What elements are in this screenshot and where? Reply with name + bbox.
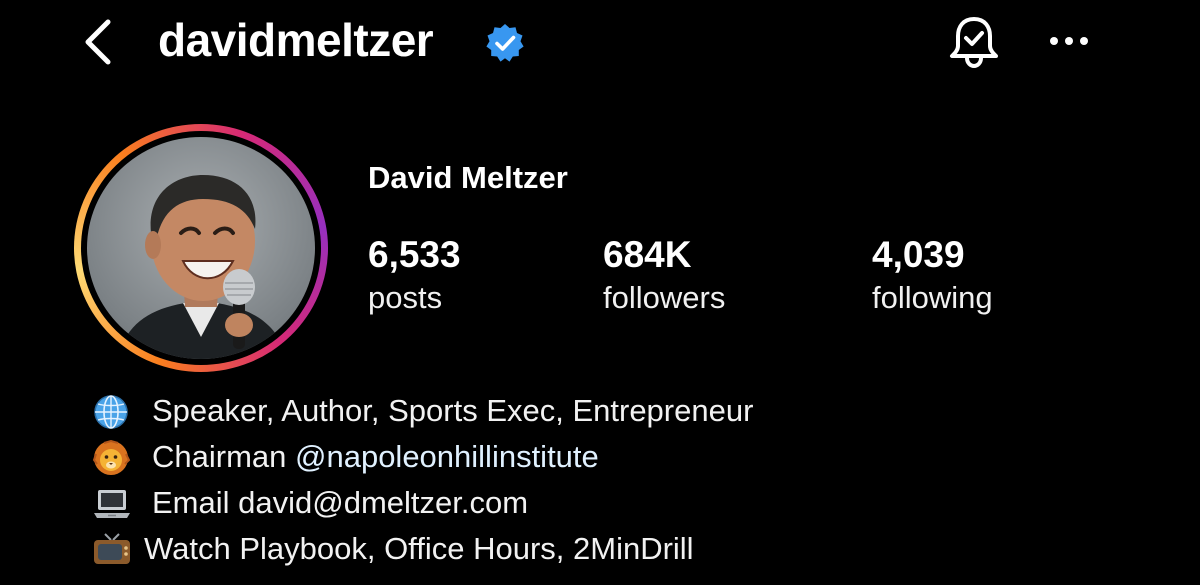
verified-badge-icon (486, 24, 524, 62)
followers-count[interactable]: 684K followers (603, 232, 725, 318)
profile-photo (117, 175, 287, 359)
stat-value: 4,039 (872, 234, 965, 275)
stat-label: followers (603, 280, 726, 315)
following-count[interactable]: 4,039 following (872, 232, 993, 318)
bio-line: Chairman @napoleonhillinstitute (92, 434, 1092, 480)
stat-value: 684K (603, 234, 692, 275)
bio-line: Watch Playbook, Office Hours, 2MinDrill (92, 526, 1092, 572)
bio-line: Email david@dmeltzer.com (92, 480, 1092, 526)
profile-bio: Speaker, Author, Sports Exec, Entreprene… (92, 388, 1092, 572)
bio-line: Speaker, Author, Sports Exec, Entreprene… (92, 388, 1092, 434)
notifications-button[interactable] (944, 14, 1004, 72)
posts-count[interactable]: 6,533 posts (368, 232, 461, 318)
globe-emoji (94, 395, 128, 429)
avatar (87, 137, 315, 359)
bio-text: Watch Playbook, Office Hours, 2MinDrill (144, 531, 694, 566)
bio-text: Chairman (152, 439, 295, 474)
mention-link[interactable]: @napoleonhillinstitute (295, 439, 599, 474)
more-options-button[interactable] (1044, 24, 1094, 58)
profile-display-name: David Meltzer (368, 160, 568, 195)
profile-username: davidmeltzer (158, 14, 434, 66)
email-link[interactable]: david@dmeltzer.com (238, 485, 528, 520)
bio-text: Email (152, 485, 239, 520)
back-button[interactable] (78, 14, 122, 70)
chevron-left-icon (85, 19, 111, 65)
story-ring[interactable] (74, 124, 328, 372)
bell-check-icon (950, 17, 998, 69)
profile-header: davidmeltzer (0, 0, 1200, 84)
bio-text: Speaker, Author, Sports Exec, Entreprene… (152, 393, 754, 428)
laptop-emoji (94, 490, 130, 518)
lion-emoji (92, 440, 131, 475)
tv-emoji (94, 533, 130, 564)
stat-label: posts (368, 280, 443, 315)
stat-label: following (872, 280, 993, 315)
stat-value: 6,533 (368, 234, 461, 275)
more-horizontal-icon (1050, 37, 1088, 45)
